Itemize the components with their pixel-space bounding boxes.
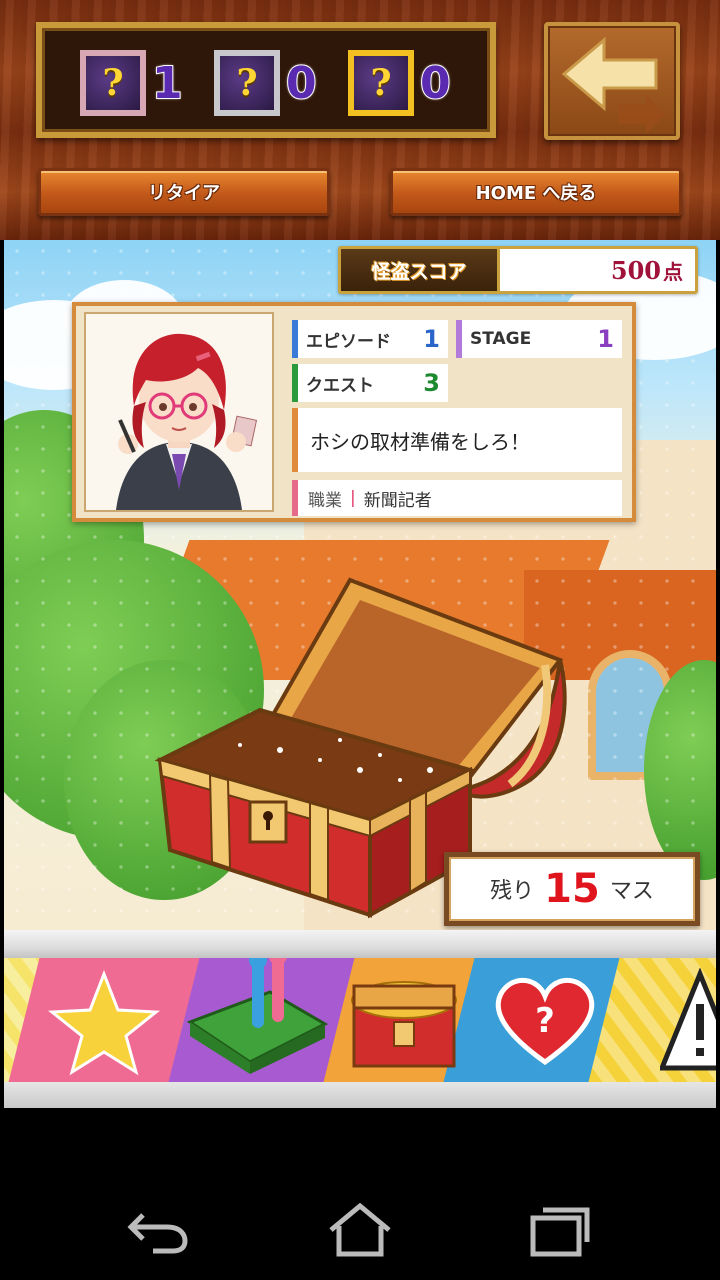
item-slot-2: ? 0 — [214, 50, 318, 116]
heart-question-icon: ? — [495, 977, 595, 1066]
episode-tag: エピソード 1 — [292, 320, 448, 358]
job-row: 職業 | 新聞記者 — [292, 480, 622, 516]
board-bottom — [4, 1082, 716, 1108]
car-piece-icon — [186, 958, 329, 1074]
system-navbar — [0, 1160, 720, 1280]
nav-back-button[interactable] — [118, 1200, 198, 1260]
item-counter-panel: ? 1 ? 0 ? 0 — [36, 22, 496, 138]
mystery-item-icon: ? — [80, 50, 146, 116]
nav-back-icon — [127, 1213, 188, 1254]
item-count: 0 — [285, 57, 318, 110]
nav-home-icon — [329, 1202, 391, 1257]
board-shelf — [4, 930, 716, 960]
back-arrow-icon — [561, 36, 666, 134]
game-header: ? 1 ? 0 ? 0 リタイア HOME へ戻る — [0, 0, 720, 240]
mystery-item-icon: ? — [348, 50, 414, 116]
remaining-squares: 残り 15 マス — [444, 852, 700, 926]
svg-text:?: ? — [535, 1001, 555, 1041]
remaining-count: 15 — [544, 866, 600, 912]
item-count: 0 — [419, 57, 452, 110]
retire-button[interactable]: リタイア — [38, 168, 330, 216]
item-slot-3: ? 0 — [348, 50, 452, 116]
back-button[interactable] — [544, 22, 680, 140]
nav-recents-icon — [530, 1207, 590, 1257]
stage-tag: STAGE 1 — [456, 320, 622, 358]
item-count: 1 — [151, 57, 184, 110]
game-board: ? — [4, 958, 716, 1082]
nav-home-button[interactable] — [320, 1200, 400, 1260]
thief-score: 怪盗スコア 500 点 — [338, 246, 698, 294]
score-label: 怪盗スコア — [341, 249, 500, 291]
nav-recents-button[interactable] — [520, 1200, 600, 1260]
mystery-item-icon: ? — [214, 50, 280, 116]
score-value: 500 点 — [610, 255, 683, 285]
warning-icon — [660, 968, 716, 1071]
character-card: エピソード 1 STAGE 1 クエスト 3 ホシの取材準備をしろ！ 職業 | 新聞記者 — [72, 302, 636, 522]
treasure-chest-icon — [351, 981, 457, 1068]
character-portrait — [84, 312, 274, 512]
star-icon — [47, 969, 161, 1076]
quest-tag: クエスト 3 — [292, 364, 448, 402]
mission-text: ホシの取材準備をしろ！ — [292, 408, 622, 472]
item-slot-1: ? 1 — [80, 50, 184, 116]
home-button[interactable]: HOME へ戻る — [390, 168, 682, 216]
